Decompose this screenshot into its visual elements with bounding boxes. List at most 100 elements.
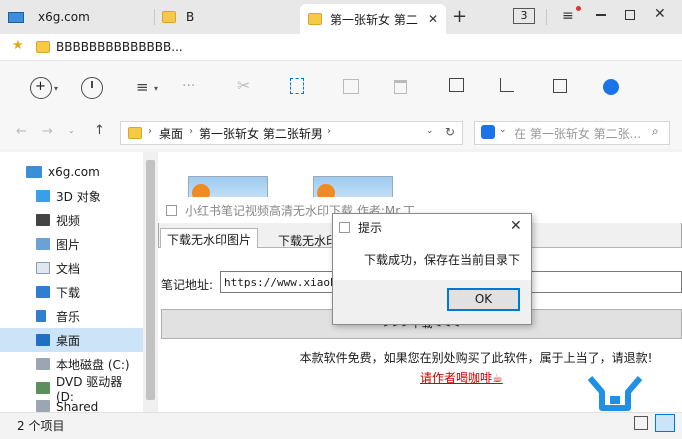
sidebar-item-pictures[interactable]: 图片 xyxy=(0,232,143,256)
coffee-link[interactable]: 请作者喝咖啡☕ xyxy=(420,369,503,386)
dialog-title-bar: 提示 xyxy=(333,214,531,240)
sidebar-item-pc[interactable]: x6g.com xyxy=(0,160,143,184)
details-view-icon[interactable] xyxy=(634,416,648,430)
chevron-down-icon[interactable]: ⌄ xyxy=(68,126,75,135)
shared-folder-icon xyxy=(36,400,50,412)
sidebar-item-desktop[interactable]: 桌面 xyxy=(0,328,143,352)
copy-icon[interactable] xyxy=(290,78,304,94)
monitor-icon xyxy=(26,166,42,178)
search-placeholder: 在 第一张斩女 第二张... xyxy=(514,127,642,141)
sidebar-item-shared[interactable]: Shared Folders xyxy=(0,400,143,412)
folder-icon xyxy=(128,127,142,139)
dialog-message: 下载成功，保存在当前目录下 xyxy=(364,253,521,267)
breadcrumb-separator-icon: › xyxy=(148,126,152,137)
tab-b[interactable]: B xyxy=(162,4,292,30)
plus-glyph: + xyxy=(35,79,46,94)
up-icon[interactable]: ↑ xyxy=(94,123,105,138)
clock-hand xyxy=(91,81,93,88)
tab-count-badge[interactable]: 3 xyxy=(513,8,535,24)
tab-label: 第一张斩女 第二 xyxy=(330,12,418,27)
music-icon xyxy=(36,310,46,322)
desktop-icon xyxy=(36,334,50,346)
3d-objects-icon xyxy=(36,190,50,202)
drive-icon xyxy=(36,358,50,370)
sidebar-item-label: 文档 xyxy=(56,261,81,276)
sidebar-item-label: 本地磁盘 (C:) xyxy=(56,357,130,372)
folder-icon xyxy=(36,41,50,53)
breadcrumb-separator-icon: › xyxy=(189,126,193,137)
chevron-down-icon[interactable]: ▾ xyxy=(54,84,58,93)
sidebar-item-label: 音乐 xyxy=(56,309,81,324)
sidebar-item-dvd[interactable]: DVD 驱动器 (D: xyxy=(0,375,143,404)
notification-dot-icon xyxy=(576,6,581,11)
download-icon xyxy=(36,286,50,298)
free-notice: 本款软件免费，如果您在别处购买了此软件，属于上当了，请退款! xyxy=(299,351,653,365)
folder-icon xyxy=(308,13,322,25)
more-icon[interactable]: ··· xyxy=(182,78,195,94)
search-icon[interactable] xyxy=(481,125,495,139)
tab-x6g[interactable]: x6g.com xyxy=(8,4,148,30)
sidebar-item-label: DVD 驱动器 (D: xyxy=(56,374,123,404)
sidebar-item-label: x6g.com xyxy=(48,165,100,179)
pictures-icon xyxy=(36,238,50,250)
item-count: 2 个项目 xyxy=(17,419,65,433)
breadcrumb-separator-icon: › xyxy=(327,126,331,137)
favorite-item[interactable]: BBBBBBBBBBBBBB... xyxy=(56,40,183,54)
tab-label: x6g.com xyxy=(38,10,90,24)
sidebar-item-video[interactable]: 视频 xyxy=(0,208,143,232)
close-icon[interactable]: ✕ xyxy=(428,12,438,26)
menu-icon[interactable]: ≡ xyxy=(562,8,574,24)
crop-icon[interactable] xyxy=(500,78,514,92)
browser-logo-icon[interactable] xyxy=(603,79,619,95)
sidebar-item-music[interactable]: 音乐 xyxy=(0,304,143,328)
url-label: 笔记地址: xyxy=(161,278,214,292)
monitor-icon xyxy=(8,11,24,23)
forward-icon[interactable]: → xyxy=(42,124,53,139)
ok-button[interactable]: OK xyxy=(447,288,520,311)
status-bar xyxy=(0,412,682,439)
thumbnail-view-icon[interactable] xyxy=(655,414,675,432)
chevron-down-icon[interactable]: ⌄ xyxy=(499,125,507,135)
breadcrumb-desktop[interactable]: 桌面 xyxy=(159,125,183,142)
sidebar-item-downloads[interactable]: 下载 xyxy=(0,280,143,304)
sidebar-item-label: 图片 xyxy=(56,237,81,252)
watermark-logo-icon xyxy=(587,374,643,412)
screenshot-icon[interactable] xyxy=(553,79,567,93)
list-view-icon[interactable]: ≡ xyxy=(136,78,149,96)
dialog-close-icon[interactable]: ✕ xyxy=(510,218,522,234)
back-icon[interactable]: ← xyxy=(16,124,27,139)
sidebar-item-label: 视频 xyxy=(56,213,81,228)
tab-active[interactable]: 第一张斩女 第二 ✕ xyxy=(300,4,446,34)
history-dropdown-icon[interactable]: ⌄ xyxy=(426,126,434,136)
delete-icon[interactable] xyxy=(394,80,407,94)
tab-label: B xyxy=(186,10,195,24)
maximize-icon[interactable] xyxy=(625,10,635,20)
sidebar-item-label: 3D 对象 xyxy=(56,189,101,204)
search-glass-icon[interactable]: ⌕ xyxy=(652,124,659,139)
sidebar-item-label: Shared Folders xyxy=(56,400,99,412)
sidebar-item-3d[interactable]: 3D 对象 xyxy=(0,184,143,208)
video-icon xyxy=(36,214,50,226)
sidebar-item-documents[interactable]: 文档 xyxy=(0,256,143,280)
toolbar-separator xyxy=(546,9,547,25)
breadcrumb-current-folder[interactable]: 第一张斩女 第二张斩男 xyxy=(199,125,323,142)
tab-download-images[interactable]: 下载无水印图片 xyxy=(160,228,259,249)
sidebar-item-label: 桌面 xyxy=(56,333,81,348)
paste-icon[interactable] xyxy=(343,79,359,94)
refresh-icon[interactable]: ↻ xyxy=(445,125,455,139)
app-icon xyxy=(166,204,177,216)
new-window-icon[interactable] xyxy=(449,78,464,92)
star-icon[interactable]: ★ xyxy=(12,38,24,53)
documents-icon xyxy=(36,262,50,274)
new-tab-icon[interactable]: + xyxy=(452,6,467,27)
minimize-icon[interactable] xyxy=(596,14,606,16)
window-close-icon[interactable]: ✕ xyxy=(654,6,666,22)
app-icon xyxy=(339,221,350,233)
cut-icon[interactable]: ✂ xyxy=(237,76,250,95)
scrollbar-thumb[interactable] xyxy=(146,160,155,400)
sidebar-item-label: 下载 xyxy=(56,285,81,300)
dvd-icon xyxy=(36,382,50,394)
tab-separator xyxy=(154,9,155,25)
chevron-down-icon[interactable]: ▾ xyxy=(154,84,158,93)
folder-icon xyxy=(162,11,176,23)
